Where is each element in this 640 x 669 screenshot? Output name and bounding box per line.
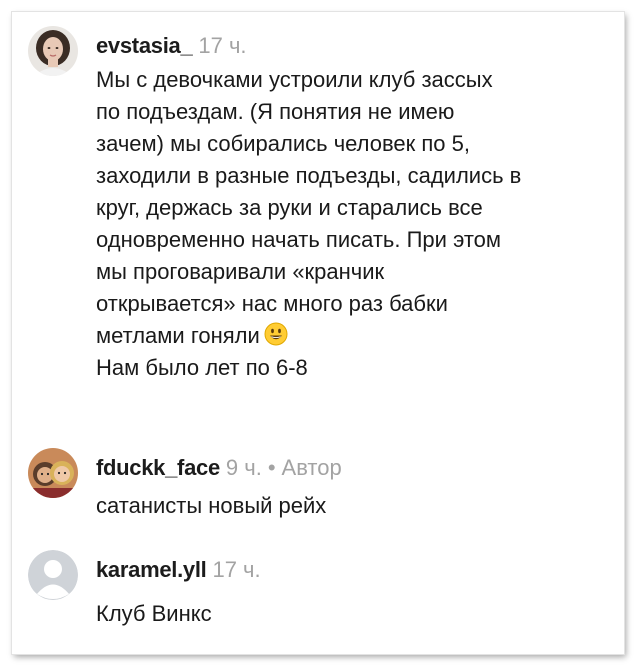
comment-line: круг, держась за руки и старались все: [96, 195, 483, 220]
timestamp: 17 ч.: [212, 557, 261, 582]
comment-item: fduckk_face 9 ч. • Автор сатанисты новый ре…: [12, 442, 624, 542]
comment-line: мы проговаривали «кранчик: [96, 259, 385, 284]
timestamp: 17 ч.: [198, 33, 247, 58]
meta-separator: •: [267, 455, 276, 480]
comment-item: evstasia_ 17 ч. Мы с девочками устроили к…: [12, 12, 624, 432]
comment-line: по подъездам. (Я понятия не имею: [96, 99, 455, 124]
avatar[interactable]: [28, 448, 78, 498]
comment-meta: karamel.yll 17 ч.: [96, 556, 261, 584]
username[interactable]: karamel.yll: [96, 557, 207, 582]
comment-line: зачем) мы собирались человек по 5,: [96, 131, 470, 156]
comment-item: karamel.yll 17 ч. Клуб Винкс: [12, 542, 624, 654]
comment-line: Клуб Винкс: [96, 601, 212, 626]
comment-line: метлами гоняли: [96, 323, 260, 348]
comment-meta: evstasia_ 17 ч.: [96, 32, 247, 60]
comment-text: Клуб Винкс: [96, 598, 604, 630]
avatar[interactable]: [28, 550, 78, 600]
comment-meta: fduckk_face 9 ч. • Автор: [96, 454, 342, 482]
avatar[interactable]: [28, 26, 78, 76]
comment-line: одновременно начать писать. При этом: [96, 227, 502, 252]
author-badge: Автор: [281, 455, 342, 480]
grinning-face-emoji-icon: [264, 322, 288, 346]
comment-line: сатанисты новый рейх: [96, 493, 327, 518]
timestamp: 9 ч.: [225, 455, 262, 480]
comments-card: evstasia_ 17 ч. Мы с девочками устроили к…: [12, 12, 624, 654]
comment-line: Нам было лет по 6-8: [96, 355, 308, 380]
comment-line: открывается» нас много раз бабки: [96, 291, 448, 316]
comment-text: Мы с девочками устроили клуб зассых по п…: [96, 64, 604, 384]
comment-text: сатанисты новый рейх: [96, 490, 604, 522]
username[interactable]: fduckk_face: [96, 455, 220, 480]
comment-line: Мы с девочками устроили клуб зассых: [96, 67, 493, 92]
username[interactable]: evstasia_: [96, 33, 193, 58]
comment-line: заходили в разные подъезды, садились в: [96, 163, 522, 188]
comment-line-with-emoji: метлами гоняли: [96, 320, 604, 352]
